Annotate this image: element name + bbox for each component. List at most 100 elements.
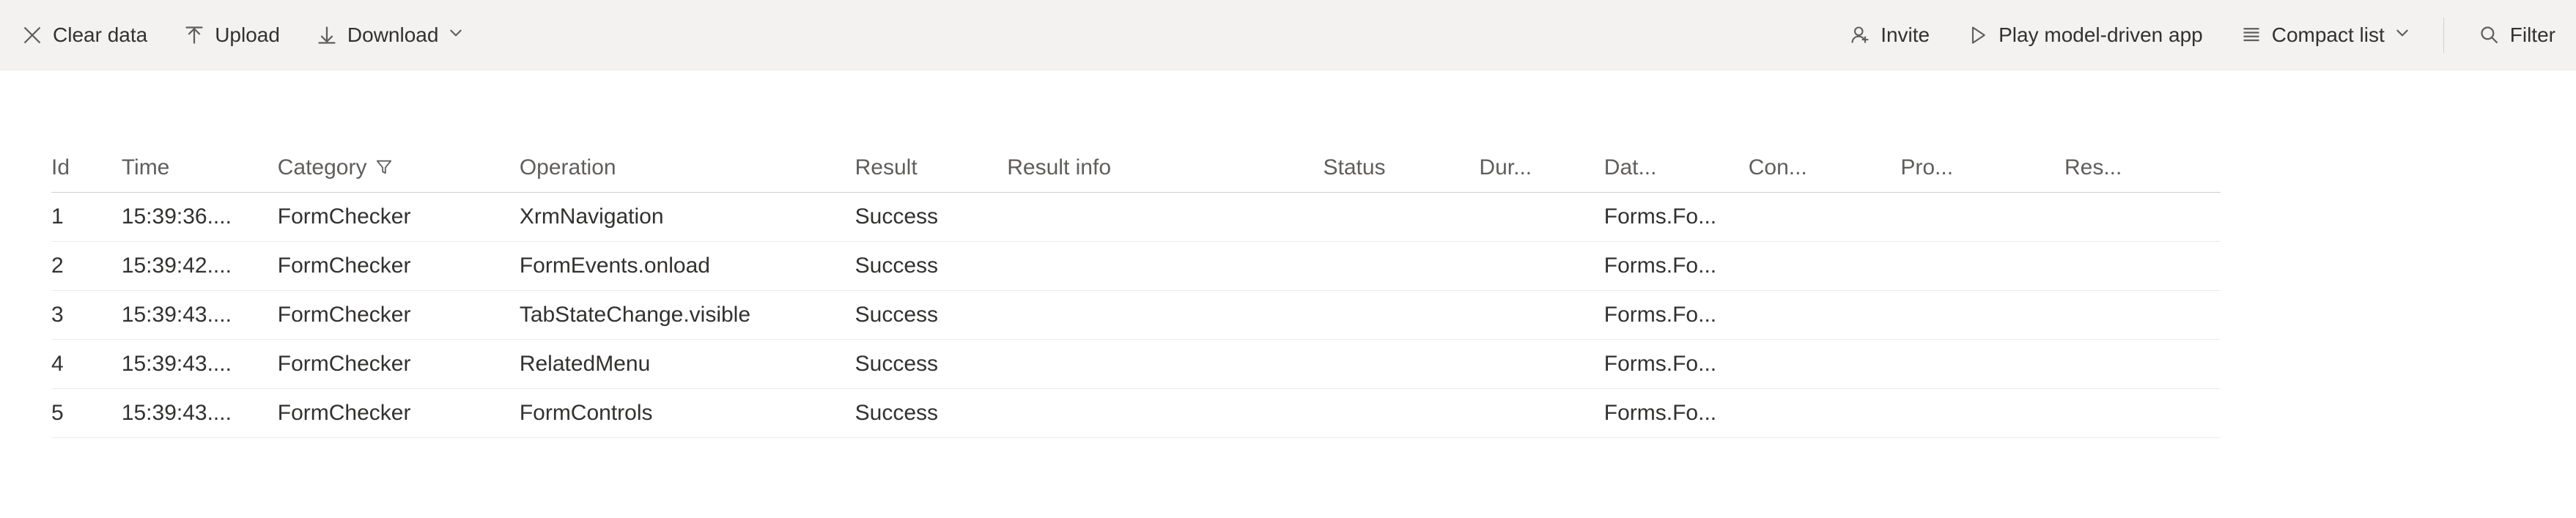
- col-operation-label: Operation: [520, 155, 616, 180]
- cell-category: FormChecker: [278, 340, 520, 389]
- cell-con: [1749, 242, 1901, 291]
- upload-button[interactable]: Upload: [175, 19, 287, 51]
- col-pro-label: Pro...: [1900, 155, 1953, 180]
- cell-res: [2064, 193, 2221, 242]
- cell-id: 4: [51, 340, 122, 389]
- column-header-result[interactable]: Result: [855, 144, 1008, 193]
- play-icon: [1966, 23, 1990, 47]
- col-time-label: Time: [122, 155, 170, 180]
- cell-data: Forms.Fo...: [1604, 193, 1749, 242]
- col-id-label: Id: [51, 155, 70, 180]
- cell-operation: FormControls: [520, 389, 855, 438]
- col-resultinfo-label: Result info: [1007, 155, 1111, 180]
- cell-duration: [1479, 340, 1603, 389]
- cell-res: [2064, 291, 2221, 340]
- cell-con: [1749, 389, 1901, 438]
- cell-status: [1323, 193, 1479, 242]
- cell-con: [1749, 340, 1901, 389]
- cell-con: [1749, 291, 1901, 340]
- cell-res: [2064, 389, 2221, 438]
- play-app-button[interactable]: Play model-driven app: [1959, 19, 2210, 51]
- header-row: Id Time Category Operation Result Result…: [51, 144, 2221, 193]
- cell-status: [1323, 389, 1479, 438]
- cell-category: FormChecker: [278, 242, 520, 291]
- cell-time: 15:39:43....: [122, 291, 278, 340]
- column-header-pro[interactable]: Pro...: [1900, 144, 2064, 193]
- close-icon: [21, 23, 44, 47]
- search-icon: [2478, 23, 2501, 47]
- invite-button[interactable]: Invite: [1841, 19, 1937, 51]
- cell-id: 3: [51, 291, 122, 340]
- cell-status: [1323, 242, 1479, 291]
- cell-pro: [1900, 193, 2064, 242]
- clear-data-label: Clear data: [53, 23, 147, 47]
- results-grid-area: Id Time Category Operation Result Result…: [0, 70, 2576, 438]
- download-label: Download: [347, 23, 439, 47]
- compact-list-label: Compact list: [2272, 23, 2385, 47]
- cell-operation: XrmNavigation: [520, 193, 855, 242]
- list-icon: [2240, 23, 2263, 47]
- cell-operation: TabStateChange.visible: [520, 291, 855, 340]
- col-category-label: Category: [278, 155, 367, 180]
- cell-data: Forms.Fo...: [1604, 389, 1749, 438]
- filter-icon: [376, 160, 392, 178]
- table-row[interactable]: 415:39:43....FormCheckerRelatedMenuSucce…: [51, 340, 2221, 389]
- table-row[interactable]: 315:39:43....FormCheckerTabStateChange.v…: [51, 291, 2221, 340]
- cell-operation: FormEvents.onload: [520, 242, 855, 291]
- cell-duration: [1479, 193, 1603, 242]
- cell-result-info: [1007, 291, 1323, 340]
- cell-category: FormChecker: [278, 291, 520, 340]
- download-icon: [315, 23, 339, 47]
- cell-result-info: [1007, 389, 1323, 438]
- cell-result-info: [1007, 340, 1323, 389]
- column-header-id[interactable]: Id: [51, 144, 122, 193]
- cell-operation: RelatedMenu: [520, 340, 855, 389]
- cell-category: FormChecker: [278, 389, 520, 438]
- cell-status: [1323, 340, 1479, 389]
- cell-data: Forms.Fo...: [1604, 291, 1749, 340]
- command-bar: Clear data Upload Download: [0, 0, 2576, 70]
- cell-id: 5: [51, 389, 122, 438]
- cell-id: 1: [51, 193, 122, 242]
- cell-duration: [1479, 291, 1603, 340]
- cell-data: Forms.Fo...: [1604, 242, 1749, 291]
- table-row[interactable]: 215:39:42....FormCheckerFormEvents.onloa…: [51, 242, 2221, 291]
- play-app-label: Play model-driven app: [1999, 23, 2203, 47]
- cell-time: 15:39:42....: [122, 242, 278, 291]
- compact-list-button[interactable]: Compact list: [2232, 19, 2417, 51]
- invite-icon: [1848, 23, 1872, 47]
- results-grid: Id Time Category Operation Result Result…: [51, 144, 2221, 438]
- column-header-con[interactable]: Con...: [1749, 144, 1901, 193]
- clear-data-button[interactable]: Clear data: [13, 19, 155, 51]
- command-bar-right: Invite Play model-driven app Compact lis…: [1841, 18, 2563, 53]
- column-header-status[interactable]: Status: [1323, 144, 1479, 193]
- cell-result: Success: [855, 242, 1008, 291]
- col-result-label: Result: [855, 155, 918, 180]
- column-header-category[interactable]: Category: [278, 144, 520, 193]
- column-header-result-info[interactable]: Result info: [1007, 144, 1323, 193]
- column-header-time[interactable]: Time: [122, 144, 278, 193]
- column-header-data[interactable]: Dat...: [1604, 144, 1749, 193]
- filter-button[interactable]: Filter: [2470, 19, 2563, 51]
- cell-time: 15:39:43....: [122, 389, 278, 438]
- cell-category: FormChecker: [278, 193, 520, 242]
- toolbar-divider: [2443, 18, 2444, 53]
- download-button[interactable]: Download: [308, 19, 471, 51]
- command-bar-left: Clear data Upload Download: [13, 19, 470, 51]
- table-row[interactable]: 115:39:36....FormCheckerXrmNavigationSuc…: [51, 193, 2221, 242]
- filter-label: Filter: [2510, 23, 2555, 47]
- cell-pro: [1900, 242, 2064, 291]
- column-header-res[interactable]: Res...: [2064, 144, 2221, 193]
- column-header-duration[interactable]: Dur...: [1479, 144, 1603, 193]
- col-res-label: Res...: [2064, 155, 2122, 180]
- col-duration-label: Dur...: [1479, 155, 1532, 180]
- chevron-down-icon: [2395, 26, 2410, 45]
- cell-res: [2064, 242, 2221, 291]
- cell-result: Success: [855, 389, 1008, 438]
- column-header-operation[interactable]: Operation: [520, 144, 855, 193]
- cell-time: 15:39:36....: [122, 193, 278, 242]
- cell-res: [2064, 340, 2221, 389]
- table-row[interactable]: 515:39:43....FormCheckerFormControlsSucc…: [51, 389, 2221, 438]
- cell-result: Success: [855, 291, 1008, 340]
- cell-result: Success: [855, 340, 1008, 389]
